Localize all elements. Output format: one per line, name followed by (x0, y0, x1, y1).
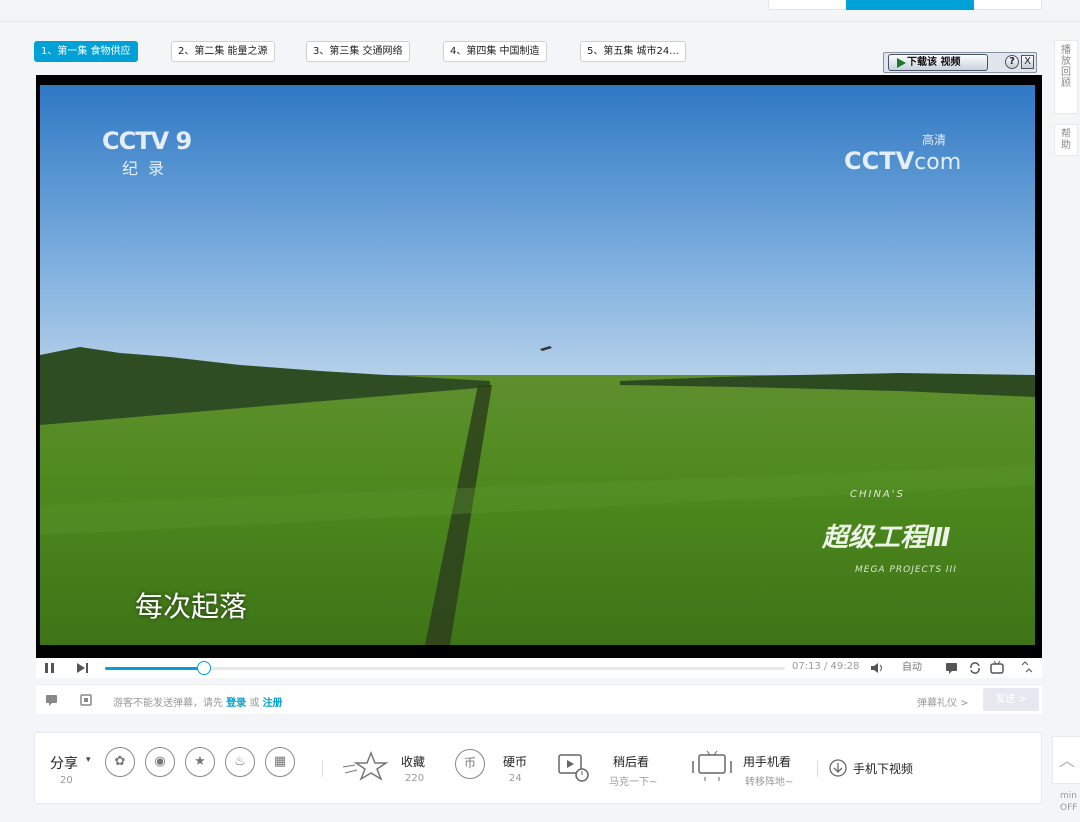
tieba-share-icon[interactable]: ♨ (225, 747, 255, 777)
side-tab-replay[interactable]: 播放回顾 (1054, 40, 1078, 114)
loop-icon[interactable] (968, 661, 982, 675)
download-icon[interactable] (829, 759, 847, 777)
download-video-widget: 下载该 视频 ? X (883, 52, 1037, 73)
video-player[interactable]: CCTV 9 纪录 CCTVcom 高清 CHINA'S 超级工程Ⅲ MEGA … (36, 75, 1042, 658)
send-danmaku-button[interactable]: 发送 > (983, 688, 1039, 711)
danmaku-hint: 游客不能发送弹幕，请先 登录 或 注册 (113, 694, 283, 709)
danmaku-bar: 游客不能发送弹幕，请先 登录 或 注册 弹幕礼仪 > 发送 > (36, 684, 1042, 714)
danmaku-hint-text: 游客不能发送弹幕，请先 (113, 698, 223, 709)
site-logo-suffix: com (914, 150, 962, 175)
episode-item-5[interactable]: 5、第五集 城市24... (580, 41, 686, 62)
volume-icon[interactable] (870, 662, 884, 674)
play-arrow-icon (897, 58, 906, 68)
top-bar (0, 0, 1080, 22)
back-to-top-button[interactable]: ︿ (1052, 736, 1080, 784)
quality-selector[interactable]: 自动 (902, 660, 922, 676)
divider (322, 761, 323, 777)
danmaku-settings-icon[interactable] (80, 694, 92, 706)
more-share-icon[interactable]: ▦ (265, 747, 295, 777)
danmaku-toggle-icon[interactable] (946, 662, 958, 674)
progress-knob[interactable] (197, 661, 212, 675)
mini-player-toggle[interactable]: min OFF (1060, 790, 1077, 814)
mini-label: min (1060, 791, 1077, 801)
coin-icon[interactable]: 币 (455, 749, 485, 779)
mobile-watch-sub: 转移阵地~ (745, 777, 794, 788)
tv-mode-icon[interactable] (990, 660, 1004, 674)
show-logo-en-bottom: MEGA PROJECTS III (855, 565, 957, 575)
progress-bar[interactable] (105, 661, 785, 675)
divider (817, 761, 818, 777)
coin-label[interactable]: 硬币 (503, 753, 527, 770)
mobile-watch-label[interactable]: 用手机看 (743, 753, 791, 770)
watch-later-icon[interactable] (557, 751, 591, 783)
watch-later-label[interactable]: 稍后看 (613, 753, 649, 770)
site-logo: CCTVcom 高清 (844, 133, 962, 175)
favorite-label[interactable]: 收藏 (401, 753, 425, 770)
channel-logo-sub: 纪录 (122, 159, 175, 178)
progress-fill (105, 667, 205, 670)
share-label[interactable]: 分享 (50, 753, 78, 773)
channel-logo: CCTV 9 纪录 (102, 127, 192, 179)
video-subtitle: 每次起落 (135, 590, 248, 623)
favorite-count: 220 (405, 773, 425, 784)
episode-item-3[interactable]: 3、第三集 交通网络 (306, 41, 410, 62)
mobile-watch-icon[interactable] (691, 749, 735, 783)
weibo-share-icon[interactable]: ◉ (145, 747, 175, 777)
video-frame[interactable]: CCTV 9 纪录 CCTVcom 高清 CHINA'S 超级工程Ⅲ MEGA … (40, 85, 1035, 645)
mini-state: OFF (1060, 803, 1078, 813)
episode-item-2[interactable]: 2、第二集 能量之源 (171, 41, 275, 62)
show-logo: 超级工程Ⅲ (822, 523, 951, 553)
share-count: 20 (60, 775, 73, 786)
episode-item-1[interactable]: 1、第一集 食物供应 (34, 41, 138, 62)
help-icon[interactable]: ? (1005, 55, 1019, 69)
time-display: 07:13 / 49:28 (792, 661, 860, 672)
channel-logo-text: CCTV 9 (102, 127, 192, 155)
danmaku-etiquette-link[interactable]: 弹幕礼仪 > (917, 694, 969, 709)
qzone-share-icon[interactable]: ✿ (105, 747, 135, 777)
episode-item-4[interactable]: 4、第四集 中国制造 (443, 41, 547, 62)
mobile-download-label[interactable]: 手机下视频 (853, 760, 913, 777)
pause-icon[interactable] (44, 662, 56, 674)
side-tab-help[interactable]: 帮助 (1054, 124, 1078, 156)
coin-count: 24 (509, 773, 522, 784)
close-icon[interactable]: X (1021, 55, 1034, 69)
watch-later-sub: 马克一下~ (609, 777, 658, 788)
top-nav-active-tab[interactable] (846, 0, 974, 10)
login-link[interactable]: 登录 (226, 698, 246, 709)
next-icon[interactable] (76, 662, 90, 674)
fullscreen-icon[interactable] (1020, 660, 1034, 674)
download-video-button[interactable]: 下载该 视频 (888, 54, 988, 71)
show-logo-en-top: CHINA'S (850, 489, 905, 500)
site-logo-text: CCTV (844, 147, 915, 175)
site-logo-hd: 高清 (922, 133, 947, 147)
danmaku-or: 或 (249, 698, 260, 709)
favorite-star-icon[interactable] (341, 751, 393, 781)
player-controls: 07:13 / 49:28 自动 (36, 658, 1042, 678)
download-video-label: 下载该 视频 (907, 57, 961, 68)
share-dropdown-icon[interactable]: ▾ (86, 755, 91, 765)
qq-share-icon[interactable]: ★ (185, 747, 215, 777)
danmaku-icon[interactable] (46, 694, 58, 706)
register-link[interactable]: 注册 (263, 698, 283, 709)
action-bar: 分享 ▾ 20 ✿ ◉ ★ ♨ ▦ 收藏 220 币 硬币 24 稍后看 马克一… (34, 732, 1042, 804)
chevron-up-icon: ︿ (1058, 751, 1075, 770)
